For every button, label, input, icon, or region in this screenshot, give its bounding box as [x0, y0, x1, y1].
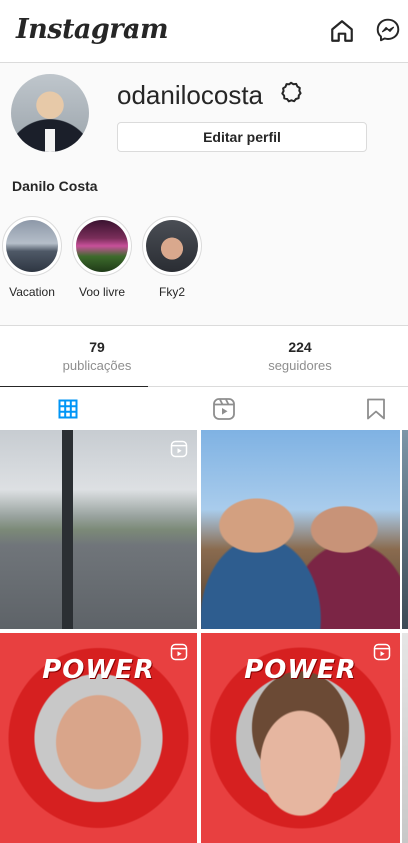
- messenger-icon[interactable]: [375, 17, 401, 43]
- stat-posts-label: publicações: [62, 358, 132, 373]
- power-logo-text: POWER: [244, 655, 357, 685]
- tab-reels[interactable]: [156, 387, 292, 431]
- highlight-fky2[interactable]: Fky2: [138, 216, 206, 299]
- highlight-voo-livre[interactable]: Voo livre: [68, 216, 136, 299]
- stat-posts: 79 publicações: [22, 339, 172, 373]
- profile-tabs: [0, 386, 408, 430]
- profile-header: odanilocosta Editar perfil Danilo Costa …: [0, 63, 408, 325]
- home-icon[interactable]: [329, 18, 355, 44]
- tab-posts[interactable]: [0, 386, 148, 431]
- edit-profile-button[interactable]: Editar perfil: [117, 122, 367, 152]
- post-tile-partial[interactable]: [402, 633, 408, 843]
- profile-username: odanilocosta: [117, 80, 263, 110]
- power-logo-text: POWER: [42, 655, 155, 685]
- highlight-vacation[interactable]: Vacation: [0, 216, 66, 299]
- highlight-label: Fky2: [158, 285, 185, 299]
- post-tile[interactable]: POWER: [0, 633, 197, 843]
- stat-posts-count: 79: [89, 339, 105, 355]
- saved-icon: [367, 398, 385, 420]
- highlight-ring: [2, 216, 62, 276]
- highlight-label: Vacation: [9, 285, 55, 299]
- stat-followers-label: seguidores: [268, 358, 332, 373]
- highlight-ring: [142, 216, 202, 276]
- tab-saved[interactable]: [308, 387, 408, 431]
- post-tile[interactable]: [201, 430, 400, 629]
- highlight-ring: [72, 216, 132, 276]
- highlight-thumbnail: [6, 220, 58, 272]
- reels-badge-icon: [170, 643, 188, 661]
- instagram-logo[interactable]: Instagram: [16, 14, 169, 45]
- highlight-label: Voo livre: [78, 285, 126, 299]
- profile-full-name: Danilo Costa: [12, 178, 98, 194]
- reels-icon: [213, 398, 235, 420]
- story-highlights: Vacation Voo livre Fky2: [0, 215, 408, 305]
- post-tile[interactable]: [0, 430, 197, 629]
- highlight-thumbnail: [76, 220, 128, 272]
- avatar-shirt-detail: [45, 129, 55, 152]
- chevron-down-icon[interactable]: [127, 22, 139, 34]
- post-tile-partial[interactable]: [402, 430, 408, 629]
- reels-badge-icon: [170, 440, 188, 458]
- gear-icon[interactable]: [279, 80, 303, 104]
- profile-avatar[interactable]: [11, 74, 89, 152]
- profile-stats: 79 publicações 224 seguidores: [0, 325, 408, 386]
- grid-icon: [58, 399, 78, 419]
- top-navigation-bar: Instagram: [0, 0, 408, 63]
- posts-grid: POWER POWER: [0, 430, 408, 843]
- highlight-thumbnail: [146, 220, 198, 272]
- stat-followers-count: 224: [288, 339, 312, 355]
- reels-badge-icon: [373, 643, 391, 661]
- stat-followers[interactable]: 224 seguidores: [225, 339, 375, 373]
- post-tile[interactable]: POWER: [201, 633, 400, 843]
